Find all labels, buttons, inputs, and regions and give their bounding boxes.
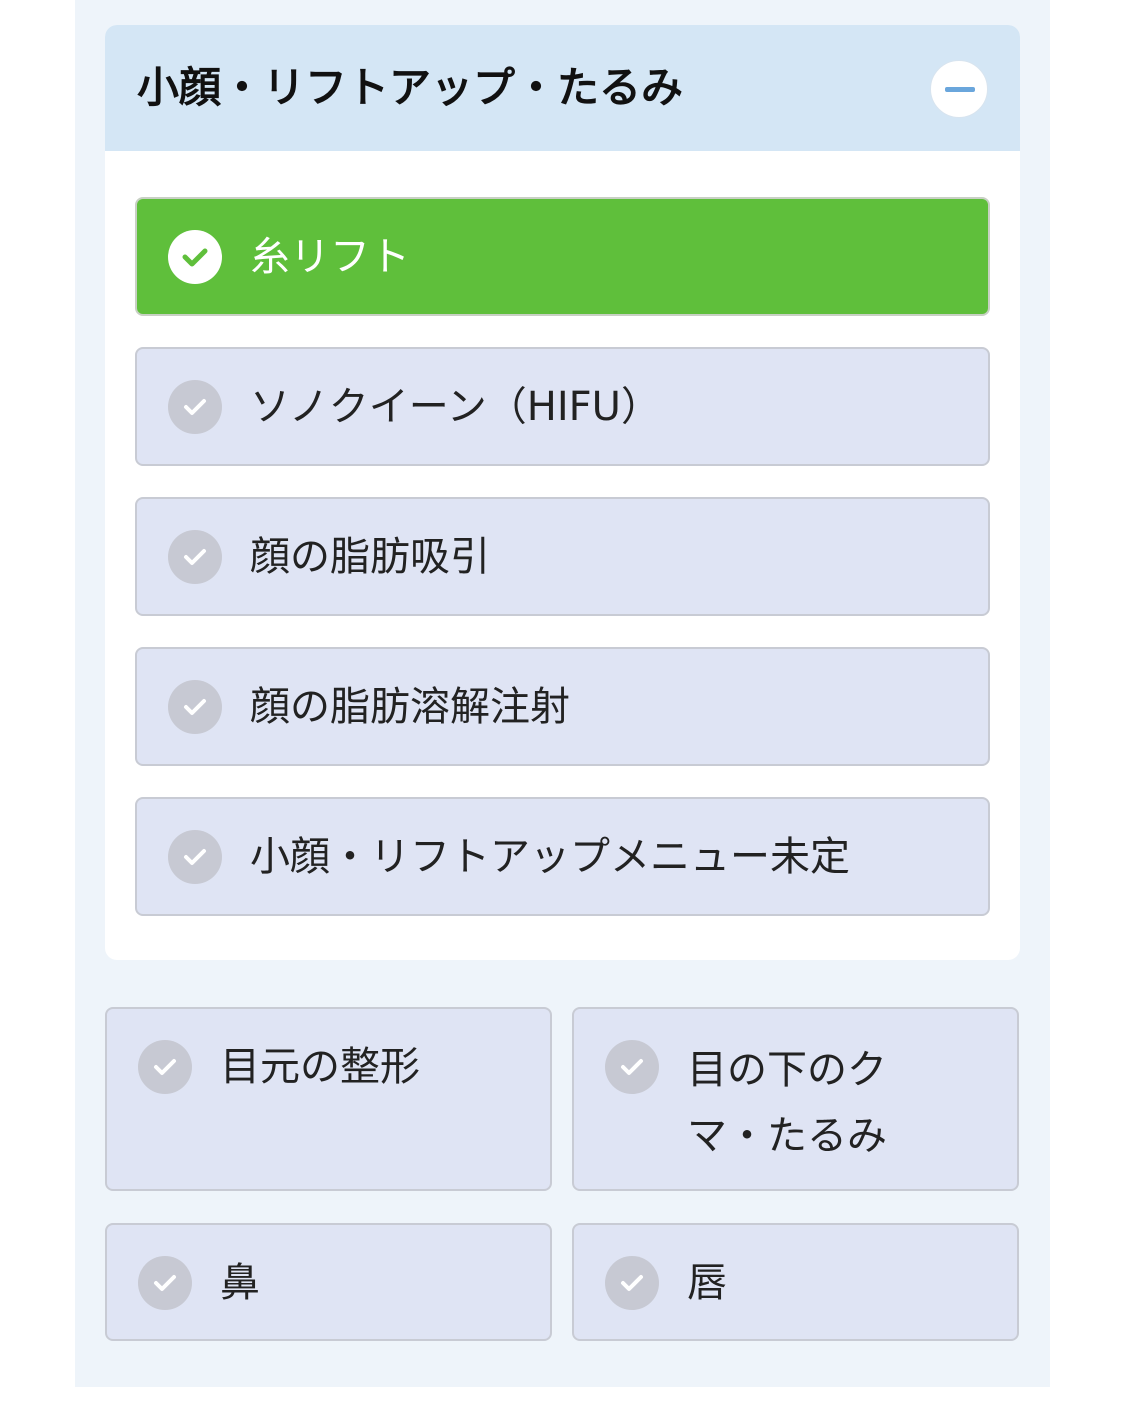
- option-label: 顔の脂肪溶解注射: [250, 684, 570, 730]
- collapse-button[interactable]: [930, 60, 988, 118]
- category-eye-surgery[interactable]: 目元の整形: [105, 1007, 552, 1191]
- option-ito-lift[interactable]: 糸リフト: [135, 197, 990, 316]
- category-label: 目の下のクマ・たるみ: [687, 1047, 887, 1159]
- accordion-header[interactable]: 小顔・リフトアップ・たるみ: [105, 25, 1020, 151]
- check-circle-icon: [138, 1040, 192, 1094]
- option-menu-undecided[interactable]: 小顔・リフトアップメニュー未定: [135, 797, 990, 916]
- check-circle-icon: [168, 230, 222, 284]
- category-label: 唇: [687, 1260, 727, 1306]
- category-nose[interactable]: 鼻: [105, 1223, 552, 1341]
- option-face-liposuction[interactable]: 顔の脂肪吸引: [135, 497, 990, 616]
- check-circle-icon: [168, 830, 222, 884]
- option-sonoqueen-hifu[interactable]: ソノクイーン（HIFU）: [135, 347, 990, 466]
- section-title: 小顔・リフトアップ・たるみ: [137, 63, 684, 112]
- check-circle-icon: [605, 1256, 659, 1310]
- check-circle-icon: [168, 380, 222, 434]
- check-circle-icon: [168, 530, 222, 584]
- category-label: 鼻: [220, 1260, 260, 1306]
- option-label: ソノクイーン（HIFU）: [250, 384, 661, 430]
- check-circle-icon: [168, 680, 222, 734]
- option-fat-dissolving-injection[interactable]: 顔の脂肪溶解注射: [135, 647, 990, 766]
- option-label: 小顔・リフトアップメニュー未定: [250, 834, 850, 880]
- option-label: 糸リフト: [250, 234, 410, 280]
- category-under-eye[interactable]: 目の下のクマ・たるみ: [572, 1007, 1019, 1191]
- option-label: 顔の脂肪吸引: [250, 534, 490, 580]
- minus-icon: [945, 87, 975, 92]
- check-circle-icon: [605, 1040, 659, 1094]
- category-label: 目元の整形: [220, 1044, 420, 1090]
- check-circle-icon: [138, 1256, 192, 1310]
- category-lips[interactable]: 唇: [572, 1223, 1019, 1341]
